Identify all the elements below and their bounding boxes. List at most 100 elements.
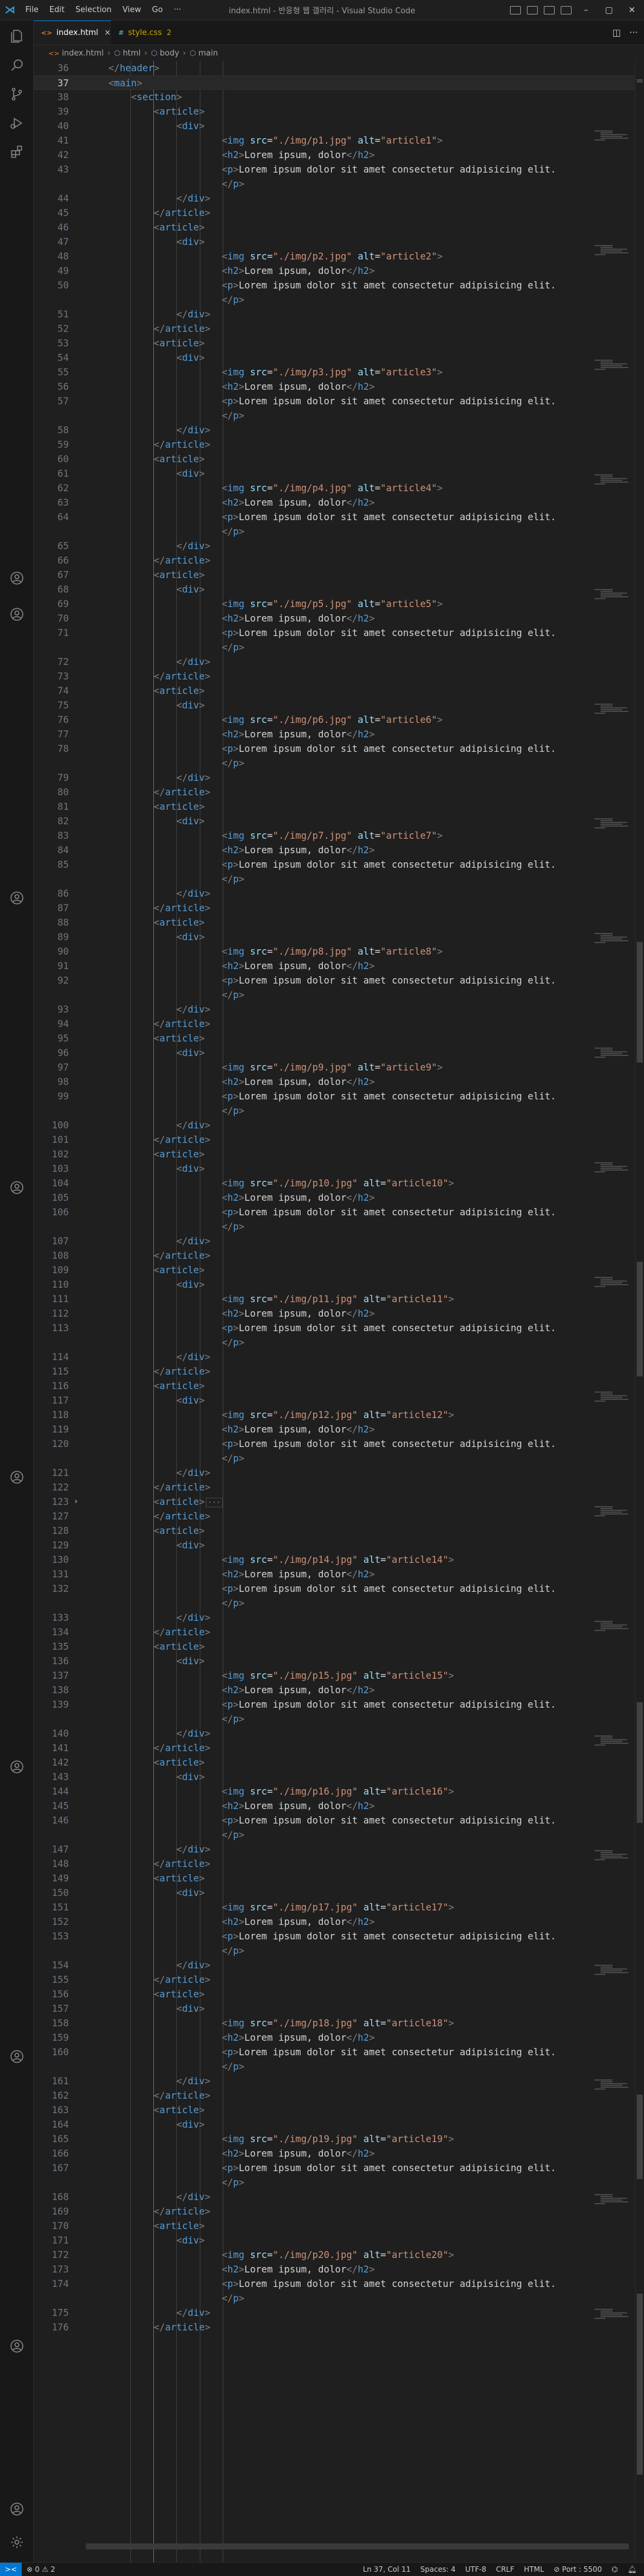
code-line[interactable]: 137 <img src="./img/p15.jpg" alt="articl… xyxy=(34,1668,644,1683)
accounts-icon[interactable] xyxy=(0,1463,33,1492)
code-line[interactable]: 69 <img src="./img/p5.jpg" alt="article5… xyxy=(34,597,644,611)
extensions-icon[interactable] xyxy=(0,138,33,167)
code-line[interactable]: 171 <div> xyxy=(34,2233,644,2248)
code-line[interactable]: 113 <p>Lorem ipsum dolor sit amet consec… xyxy=(34,1321,644,1335)
code-line[interactable]: 100 </div> xyxy=(34,1118,644,1133)
scrollbar-thumb[interactable] xyxy=(637,79,643,83)
code-line[interactable]: 105 <h2>Lorem ipsum, dolor</h2> xyxy=(34,1191,644,1205)
code-line[interactable]: 135 <article> xyxy=(34,1639,644,1654)
code-line[interactable]: 155 </article> xyxy=(34,1973,644,1987)
code-line[interactable]: 58 </div> xyxy=(34,423,644,437)
code-line[interactable]: </p> xyxy=(34,1451,644,1466)
code-line[interactable]: 59 </article> xyxy=(34,437,644,452)
code-line[interactable]: 91 <h2>Lorem ipsum, dolor</h2> xyxy=(34,959,644,973)
code-line[interactable]: 55 <img src="./img/p3.jpg" alt="article3… xyxy=(34,365,644,380)
code-line[interactable]: 146 <p>Lorem ipsum dolor sit amet consec… xyxy=(34,1813,644,1828)
indentation[interactable]: Spaces: 4 xyxy=(415,2565,460,2574)
code-line[interactable]: 136 <div> xyxy=(34,1654,644,1668)
code-line[interactable]: 87 </article> xyxy=(34,901,644,915)
close-window-button[interactable]: ✕ xyxy=(623,5,640,15)
code-lines[interactable]: 36 </header> 37 <main> 38 <section> 39 <art… xyxy=(34,61,644,2335)
code-line[interactable]: 108 </article> xyxy=(34,1248,644,1263)
code-line[interactable]: 47 <div> xyxy=(34,235,644,249)
code-line[interactable]: 54 <div> xyxy=(34,351,644,365)
code-line[interactable]: 37 <main> xyxy=(34,75,644,90)
menu-file[interactable]: File xyxy=(20,5,44,14)
fold-chevron-icon[interactable]: › xyxy=(74,1495,78,1509)
code-line[interactable]: 49 <h2>Lorem ipsum, dolor</h2> xyxy=(34,264,644,278)
code-line[interactable]: 117 <div> xyxy=(34,1393,644,1408)
code-line[interactable]: 62 <img src="./img/p4.jpg" alt="article4… xyxy=(34,481,644,495)
code-line[interactable]: </p> xyxy=(34,756,644,771)
code-line[interactable]: 156 <article> xyxy=(34,1987,644,2002)
accounts-icon[interactable] xyxy=(0,2495,33,2524)
code-line[interactable]: 167 <p>Lorem ipsum dolor sit amet consec… xyxy=(34,2161,644,2175)
code-line[interactable]: 78 <p>Lorem ipsum dolor sit amet consect… xyxy=(34,742,644,756)
scrollbar-thumb[interactable] xyxy=(637,1702,643,1823)
breadcrumb-item[interactable]: main xyxy=(199,49,218,58)
code-line[interactable]: 159 <h2>Lorem ipsum, dolor</h2> xyxy=(34,2031,644,2045)
code-line[interactable]: 86 </div> xyxy=(34,886,644,901)
code-line[interactable]: 74 <article> xyxy=(34,684,644,698)
code-line[interactable]: 79 </div> xyxy=(34,771,644,785)
code-line[interactable]: </p> xyxy=(34,872,644,886)
accounts-icon[interactable] xyxy=(0,1173,33,1202)
manage-gear-icon[interactable] xyxy=(0,2528,33,2557)
code-line[interactable]: 98 <h2>Lorem ipsum, dolor</h2> xyxy=(34,1075,644,1089)
code-line[interactable]: 148 </article> xyxy=(34,1857,644,1871)
code-line[interactable]: 130 <img src="./img/p14.jpg" alt="articl… xyxy=(34,1553,644,1567)
code-line[interactable]: 72 </div> xyxy=(34,655,644,669)
code-line[interactable]: 151 <img src="./img/p17.jpg" alt="articl… xyxy=(34,1900,644,1915)
accounts-icon[interactable] xyxy=(0,2042,33,2071)
code-line[interactable]: 85 <p>Lorem ipsum dolor sit amet consect… xyxy=(34,857,644,872)
code-line[interactable]: 150 <div> xyxy=(34,1886,644,1900)
code-line[interactable]: 174 <p>Lorem ipsum dolor sit amet consec… xyxy=(34,2277,644,2291)
code-line[interactable]: 94 </article> xyxy=(34,1017,644,1031)
code-line[interactable]: 88 <article> xyxy=(34,915,644,930)
code-line[interactable]: 147 </div> xyxy=(34,1842,644,1857)
code-line[interactable]: </p> xyxy=(34,1596,644,1611)
code-line[interactable]: 89 <div> xyxy=(34,930,644,944)
code-line[interactable]: </p> xyxy=(34,1335,644,1350)
code-line[interactable]: 51 </div> xyxy=(34,307,644,322)
code-line[interactable]: 131 <h2>Lorem ipsum, dolor</h2> xyxy=(34,1567,644,1582)
code-line[interactable]: 76 <img src="./img/p6.jpg" alt="article6… xyxy=(34,713,644,727)
code-line[interactable]: 71 <p>Lorem ipsum dolor sit amet consect… xyxy=(34,626,644,640)
toggle-secondary-sidebar-icon[interactable] xyxy=(544,5,555,14)
code-line[interactable]: 138 <h2>Lorem ipsum, dolor</h2> xyxy=(34,1683,644,1697)
tab-style-css[interactable]: # style.css 2 xyxy=(111,21,190,45)
code-line[interactable]: </p> xyxy=(34,640,644,655)
code-line[interactable]: 97 <img src="./img/p9.jpg" alt="article9… xyxy=(34,1060,644,1075)
remote-indicator[interactable]: >< xyxy=(0,2563,22,2576)
accounts-icon[interactable] xyxy=(0,1752,33,1781)
code-line[interactable]: 122 </article> xyxy=(34,1480,644,1495)
code-line[interactable]: 115 </article> xyxy=(34,1364,644,1379)
source-control-icon[interactable] xyxy=(0,80,33,109)
code-line[interactable]: 121 </div> xyxy=(34,1466,644,1480)
code-line[interactable]: 153 <p>Lorem ipsum dolor sit amet consec… xyxy=(34,1929,644,1944)
breadcrumb-item[interactable]: body xyxy=(160,49,179,58)
code-line[interactable]: 46 <article> xyxy=(34,220,644,235)
cursor-position[interactable]: Ln 37, Col 11 xyxy=(358,2565,415,2574)
code-line[interactable]: 140 </div> xyxy=(34,1726,644,1741)
code-line[interactable]: 118 <img src="./img/p12.jpg" alt="articl… xyxy=(34,1408,644,1422)
code-line[interactable]: 44 </div> xyxy=(34,191,644,206)
code-line[interactable]: 93 </div> xyxy=(34,1002,644,1017)
code-line[interactable]: </p> xyxy=(34,1828,644,1842)
code-line[interactable]: 48 <img src="./img/p2.jpg" alt="article2… xyxy=(34,249,644,264)
code-line[interactable]: 45 </article> xyxy=(34,206,644,220)
code-line[interactable]: 144 <img src="./img/p16.jpg" alt="articl… xyxy=(34,1784,644,1799)
code-line[interactable]: 80 </article> xyxy=(34,785,644,800)
code-line[interactable]: 83 <img src="./img/p7.jpg" alt="article7… xyxy=(34,828,644,843)
menu-selection[interactable]: Selection xyxy=(70,5,117,14)
code-line[interactable]: 103 <div> xyxy=(34,1162,644,1176)
code-line[interactable]: 104 <img src="./img/p10.jpg" alt="articl… xyxy=(34,1176,644,1191)
code-line[interactable]: 169 </article> xyxy=(34,2204,644,2219)
code-line[interactable]: 168 </div> xyxy=(34,2190,644,2204)
code-line[interactable]: </p> xyxy=(34,1104,644,1118)
code-line[interactable]: 53 <article> xyxy=(34,336,644,351)
code-line[interactable]: 163 <article> xyxy=(34,2103,644,2117)
code-line[interactable]: 57 <p>Lorem ipsum dolor sit amet consect… xyxy=(34,394,644,409)
code-line[interactable]: 36 </header> xyxy=(34,61,644,75)
code-line[interactable]: </p> xyxy=(34,1712,644,1726)
